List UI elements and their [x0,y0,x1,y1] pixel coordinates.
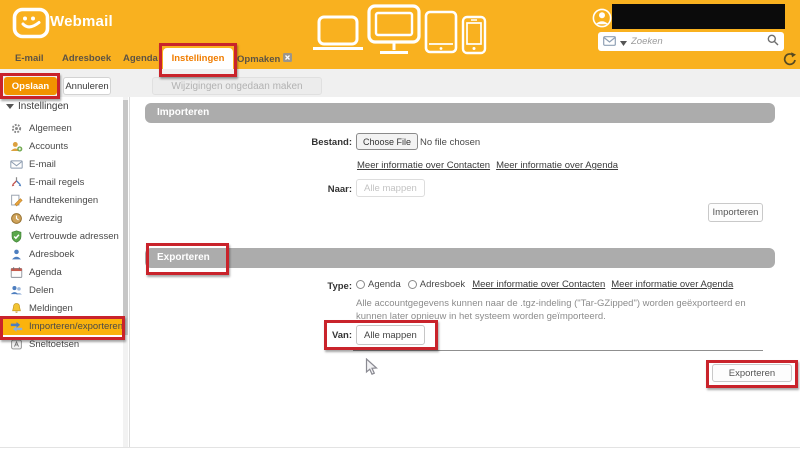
envelope-icon [10,158,23,171]
import-link-agenda[interactable]: Meer informatie over Agenda [496,160,618,171]
radio-adresboek-circle-icon[interactable] [408,280,417,289]
import-target-label: Naar: [255,184,352,195]
collapse-triangle-icon [6,104,14,109]
sidebar-item-accounts[interactable]: Accounts [0,137,122,155]
sidebar-item-email[interactable]: E-mail [0,155,122,173]
app-title: Webmail [50,13,113,30]
sidebar-item-algemeen[interactable]: Algemeen [0,119,122,137]
filter-split-icon [10,176,23,189]
sidebar-scrollbar-thumb[interactable] [123,100,128,335]
sidebar-item-delen[interactable]: Delen [0,281,122,299]
clock-icon [10,212,23,225]
import-link-contacts[interactable]: Meer informatie over Contacten [357,160,490,171]
search-bar[interactable] [598,32,784,51]
page-bottom-divider [0,447,800,448]
import-info-links: Meer informatie over Contacten Meer info… [357,160,624,171]
keyboard-key-icon [10,338,23,351]
laptop-icon [312,14,364,57]
sidebar-item-vertrouwde-adressen[interactable]: Vertrouwde adressen [0,227,122,245]
export-type-label: Type: [255,281,352,292]
sidebar-item-sneltoetsen[interactable]: Sneltoetsen [0,335,122,353]
user-avatar-icon[interactable] [592,8,612,33]
tab-adresboek[interactable]: Adresboek [62,53,111,64]
webmail-logo-icon [12,7,50,44]
gear-icon [10,122,23,135]
radio-adresboek[interactable]: Adresboek [408,279,465,290]
account-add-icon [10,140,23,153]
import-folder-picker-button[interactable]: Alle mappen [356,179,425,197]
monitor-icon [366,3,422,60]
sidebar-item-meldingen[interactable]: Meldingen [0,299,122,317]
search-input[interactable] [631,36,763,47]
tab-instellingen[interactable]: Instellingen [163,48,233,69]
export-from-label: Van: [255,330,352,341]
export-description: Alle accountgegevens kunnen naar de .tgz… [356,298,758,323]
file-label: Bestand: [255,137,352,148]
app-header: Webmail [0,0,800,69]
settings-toolbar [0,69,800,97]
contact-icon [10,248,23,261]
sidebar-item-importeren-exporteren[interactable]: Importeren/exporteren [0,317,122,335]
tab-opmaken[interactable]: Opmaken [237,53,292,65]
redacted-username [612,4,785,29]
cancel-button[interactable]: Annuleren [63,77,111,95]
calendar-icon [10,266,23,279]
import-export-icon [10,320,23,333]
sidebar-item-afwezig[interactable]: Afwezig [0,209,122,227]
export-folder-picker-button[interactable]: Alle mappen [356,325,425,345]
sidebar-header-instellingen[interactable]: Instellingen [6,101,69,112]
share-users-icon [10,284,23,297]
scope-dropdown-caret-icon[interactable] [620,33,627,51]
tab-email[interactable]: E-mail [15,53,44,64]
choose-file-button[interactable]: Choose File [356,133,418,150]
export-link-contacts[interactable]: Meer informatie over Contacten [472,279,605,290]
bell-icon [10,302,23,315]
tablet-icon [424,10,458,59]
sidebar-item-handtekeningen[interactable]: Handtekeningen [0,191,122,209]
import-section-header: Importeren [145,103,775,123]
export-section-header: Exporteren [145,248,775,268]
tab-agenda[interactable]: Agenda [123,53,158,64]
mouse-cursor-icon [365,358,378,382]
sidebar-item-agenda[interactable]: Agenda [0,263,122,281]
settings-sidebar: Algemeen Accounts E-mail E-mail regels H… [0,119,122,353]
sidebar-divider [129,97,130,447]
phone-icon [461,15,487,60]
close-tab-icon[interactable] [283,53,292,65]
export-submit-button[interactable]: Exporteren [712,364,792,382]
search-icon[interactable] [767,33,779,51]
radio-agenda[interactable]: Agenda [356,279,401,290]
mail-scope-icon[interactable] [603,33,616,51]
signature-icon [10,194,23,207]
import-submit-button[interactable]: Importeren [708,203,763,222]
sidebar-item-adresboek[interactable]: Adresboek [0,245,122,263]
no-file-chosen-text: No file chosen [420,137,480,148]
export-type-options: Agenda Adresboek Meer informatie over Co… [356,279,739,290]
radio-agenda-circle-icon[interactable] [356,280,365,289]
export-link-agenda[interactable]: Meer informatie over Agenda [611,279,733,290]
save-button[interactable]: Opslaan [4,77,57,95]
sidebar-item-email-regels[interactable]: E-mail regels [0,173,122,191]
shield-check-icon [10,230,23,243]
undo-changes-button[interactable]: Wijzigingen ongedaan maken [152,77,322,95]
export-row-divider [353,350,763,351]
